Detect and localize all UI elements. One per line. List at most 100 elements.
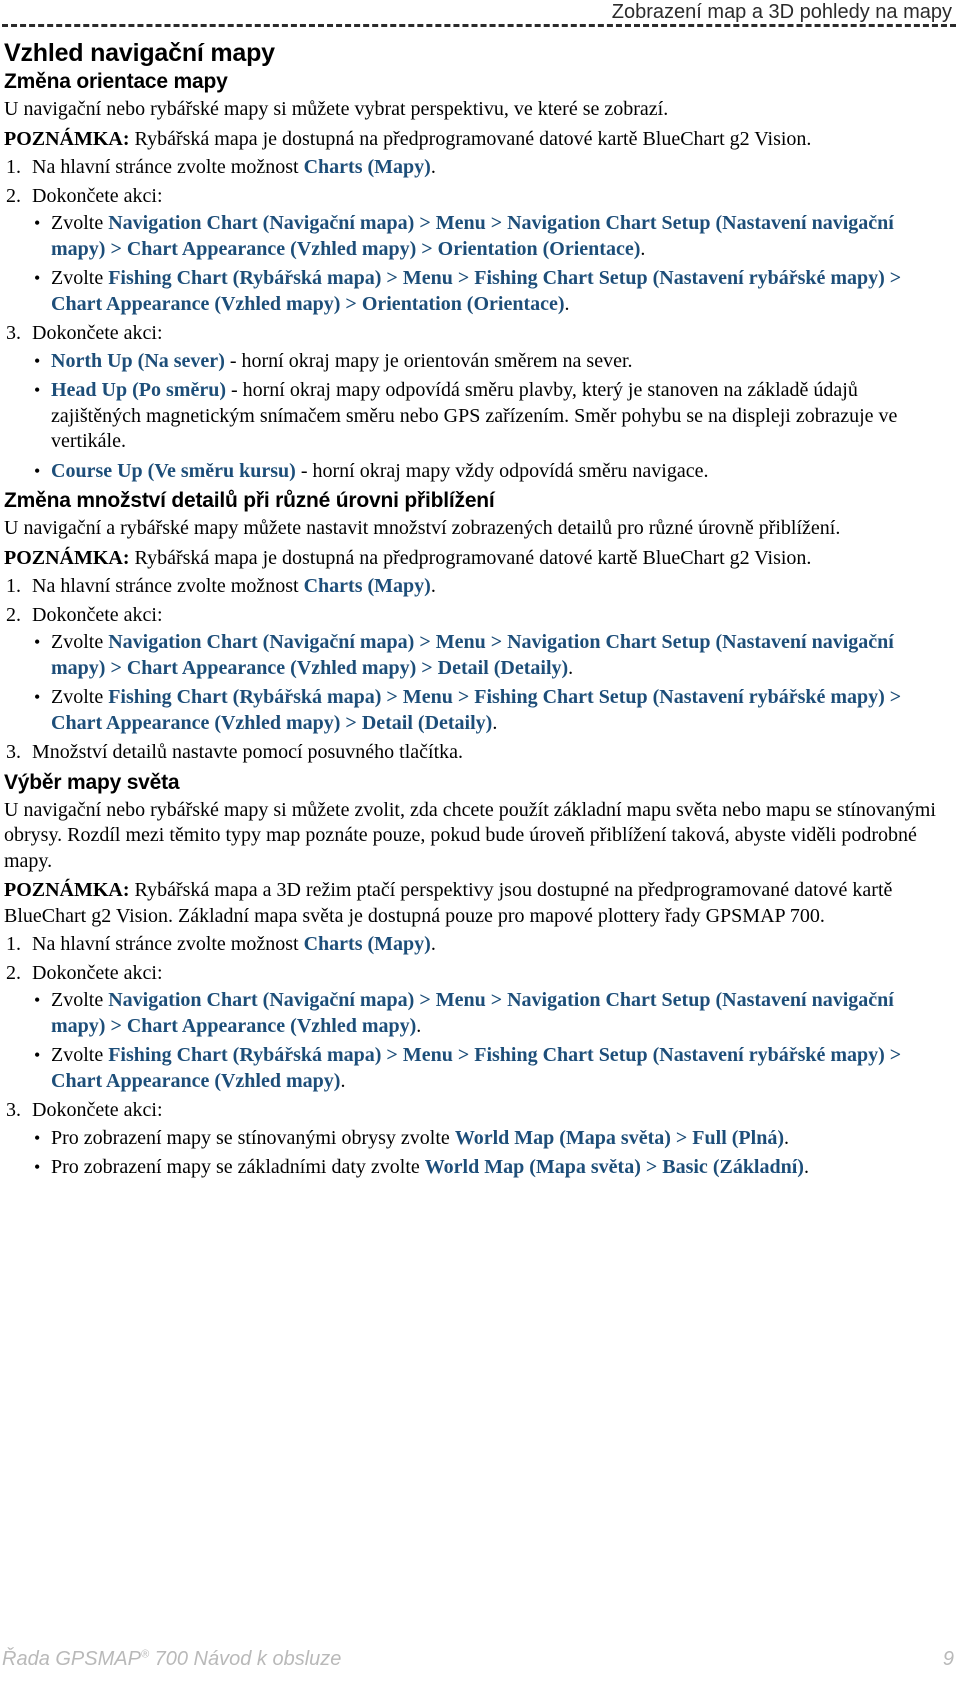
section3-worldmap-options: • Pro zobrazení mapy se stínovanými obrys… bbox=[4, 1126, 952, 1181]
step-number: 3. bbox=[6, 1099, 21, 1121]
ui-path-highlight: World Map (Mapa světa) > Basic (Základní… bbox=[424, 1156, 804, 1178]
step-text-post: . bbox=[430, 575, 436, 597]
footer-manual-title: Řada GPSMAP® 700 Návod k obsluze bbox=[2, 1648, 341, 1671]
section2-bullets-a: • Zvolte Navigation Chart (Navigační mapa… bbox=[4, 630, 952, 736]
bullet-text-pre: Zvolte bbox=[51, 1044, 109, 1066]
option-description: - horní okraj mapy je orientován směrem … bbox=[224, 349, 633, 372]
section1-steps-a: 1. Na hlavní stránce zvolte možnost Chart… bbox=[4, 155, 952, 209]
section3-subtitle: Výběr mapy světa bbox=[4, 770, 180, 794]
registered-mark-icon: ® bbox=[140, 1648, 150, 1661]
option-label: Course Up (Ve směru kursu) bbox=[51, 459, 296, 482]
bullet-text-post: . bbox=[340, 1069, 346, 1092]
list-item: 3. Dokončete akci: bbox=[4, 1098, 952, 1124]
list-item: • Zvolte Fishing Chart (Rybářská mapa) > … bbox=[4, 685, 952, 736]
page-number: 9 bbox=[942, 1648, 954, 1670]
step-text-pre: Na hlavní stránce zvolte možnost bbox=[32, 156, 304, 178]
step-number: 1. bbox=[6, 575, 21, 597]
footer-title-post: 700 Návod k obsluze bbox=[149, 1648, 342, 1670]
list-item: 2. Dokončete akci: bbox=[4, 603, 952, 629]
ui-path-highlight: Charts (Mapy) bbox=[303, 575, 431, 597]
option-description-pre: Pro zobrazení mapy se základními daty zv… bbox=[51, 1156, 425, 1178]
step-text: Množství detailů nastavte pomocí posuvné… bbox=[32, 741, 464, 763]
list-item: • Zvolte Navigation Chart (Navigační mapa… bbox=[4, 630, 952, 681]
page-title: Vzhled navigační mapy bbox=[4, 39, 275, 67]
ui-path-highlight: Navigation Chart (Navigační mapa) > Menu… bbox=[51, 212, 894, 260]
page-content: Vzhled navigační mapy Změna orientace ma… bbox=[4, 38, 952, 1185]
option-label: North Up (Na sever) bbox=[51, 349, 225, 372]
section1-bullets-a: • Zvolte Navigation Chart (Navigační mapa… bbox=[4, 211, 952, 317]
bullet-dot-icon: • bbox=[34, 350, 41, 371]
section2-steps-b: 3. Množství detailů nastavte pomocí posuv… bbox=[4, 740, 952, 766]
bullet-text-post: . bbox=[492, 711, 498, 734]
ui-path-highlight: Fishing Chart (Rybářská mapa) > Menu > F… bbox=[51, 267, 902, 315]
note-label: POZNÁMKA: bbox=[4, 546, 130, 569]
step-number: 2. bbox=[6, 603, 21, 626]
ui-path-highlight: Fishing Chart (Rybářská mapa) > Menu > F… bbox=[51, 1044, 902, 1092]
step-number: 2. bbox=[6, 961, 21, 984]
bullet-dot-icon: • bbox=[34, 687, 41, 707]
list-item: 1. Na hlavní stránce zvolte možnost Chart… bbox=[4, 932, 952, 958]
note-text: Rybářská mapa je dostupná na předprogram… bbox=[129, 546, 812, 569]
section3-note: POZNÁMKA: Rybářská mapa a 3D režim ptačí… bbox=[4, 878, 952, 929]
bullet-dot-icon: • bbox=[34, 1045, 41, 1065]
ui-path-highlight: Charts (Mapy) bbox=[303, 156, 431, 178]
section1-orientation-options: • North Up (Na sever) - horní okraj mapy … bbox=[4, 349, 952, 485]
step-text: Dokončete akci: bbox=[32, 322, 163, 344]
note-text: Rybářská mapa a 3D režim ptačí perspekti… bbox=[4, 879, 893, 927]
section1-steps-b: 3. Dokončete akci: bbox=[4, 321, 952, 347]
step-text-post: . bbox=[430, 156, 436, 178]
section1-subtitle: Změna orientace mapy bbox=[4, 70, 228, 93]
step-number: 3. bbox=[6, 741, 21, 763]
bullet-dot-icon: • bbox=[34, 1127, 41, 1148]
note-text: Rybářská mapa je dostupná na předprogram… bbox=[129, 127, 812, 150]
section3-steps-a: 1. Na hlavní stránce zvolte možnost Chart… bbox=[4, 932, 952, 986]
option-description-post: . bbox=[803, 1156, 809, 1178]
running-head: Zobrazení map a 3D pohledy na mapy bbox=[611, 1, 952, 23]
list-item: • Zvolte Navigation Chart (Navigační mapa… bbox=[4, 211, 952, 262]
bullet-dot-icon: • bbox=[34, 268, 41, 288]
section2-steps-a: 1. Na hlavní stránce zvolte možnost Chart… bbox=[4, 574, 952, 628]
section2-note: POZNÁMKA: Rybářská mapa je dostupná na p… bbox=[4, 546, 952, 572]
step-number: 3. bbox=[6, 322, 21, 344]
bullet-dot-icon: • bbox=[34, 460, 41, 481]
option-description: - horní okraj mapy vždy odpovídá směru n… bbox=[295, 459, 709, 482]
bullet-text-post: . bbox=[568, 656, 574, 679]
step-text: Dokončete akci: bbox=[32, 1099, 163, 1121]
option-label: Head Up (Po směru) bbox=[51, 379, 226, 401]
ui-path-highlight: Navigation Chart (Navigační mapa) > Menu… bbox=[51, 989, 894, 1037]
section3-bullets-a: • Zvolte Navigation Chart (Navigační mapa… bbox=[4, 988, 952, 1094]
note-label: POZNÁMKA: bbox=[4, 879, 130, 901]
step-number: 2. bbox=[6, 184, 21, 207]
bullet-text-post: . bbox=[564, 292, 570, 315]
list-item: 2. Dokončete akci: bbox=[4, 184, 952, 210]
bullet-text-pre: Zvolte bbox=[51, 631, 109, 653]
step-number: 1. bbox=[6, 933, 21, 955]
list-item: 3. Množství detailů nastavte pomocí posuv… bbox=[4, 740, 952, 766]
list-item: • North Up (Na sever) - horní okraj mapy … bbox=[4, 349, 952, 375]
step-number: 1. bbox=[6, 156, 21, 178]
list-item: 2. Dokončete akci: bbox=[4, 961, 952, 987]
list-item: • Zvolte Fishing Chart (Rybářská mapa) > … bbox=[4, 266, 952, 317]
step-text-pre: Na hlavní stránce zvolte možnost bbox=[32, 933, 304, 955]
ui-path-highlight: Charts (Mapy) bbox=[303, 933, 431, 955]
option-description-pre: Pro zobrazení mapy se stínovanými obrysy… bbox=[51, 1126, 455, 1149]
list-item: • Pro zobrazení mapy se základními daty z… bbox=[4, 1155, 952, 1181]
option-description-post: . bbox=[783, 1126, 789, 1149]
bullet-dot-icon: • bbox=[34, 990, 41, 1010]
step-text: Dokončete akci: bbox=[32, 961, 163, 984]
bullet-dot-icon: • bbox=[34, 1157, 41, 1177]
list-item: 1. Na hlavní stránce zvolte možnost Chart… bbox=[4, 574, 952, 600]
section2-subtitle: Změna množství detailů při různé úrovni … bbox=[4, 489, 495, 512]
bullet-dot-icon: • bbox=[34, 632, 41, 652]
list-item: 3. Dokončete akci: bbox=[4, 321, 952, 347]
section2-intro: U navigační a rybářské mapy můžete nasta… bbox=[4, 517, 841, 539]
bullet-text-pre: Zvolte bbox=[51, 212, 109, 234]
list-item: • Course Up (Ve směru kursu) - horní okra… bbox=[4, 459, 952, 485]
document-page: Zobrazení map a 3D pohledy na mapy Vzhle… bbox=[0, 0, 960, 1685]
bullet-text-pre: Zvolte bbox=[51, 989, 109, 1011]
ui-path-highlight: Navigation Chart (Navigační mapa) > Menu… bbox=[51, 631, 894, 679]
page-footer: Řada GPSMAP® 700 Návod k obsluze 9 bbox=[2, 1648, 954, 1671]
list-item: • Zvolte Navigation Chart (Navigační mapa… bbox=[4, 988, 952, 1039]
ui-path-highlight: Fishing Chart (Rybářská mapa) > Menu > F… bbox=[51, 686, 902, 734]
note-label: POZNÁMKA: bbox=[4, 127, 130, 150]
